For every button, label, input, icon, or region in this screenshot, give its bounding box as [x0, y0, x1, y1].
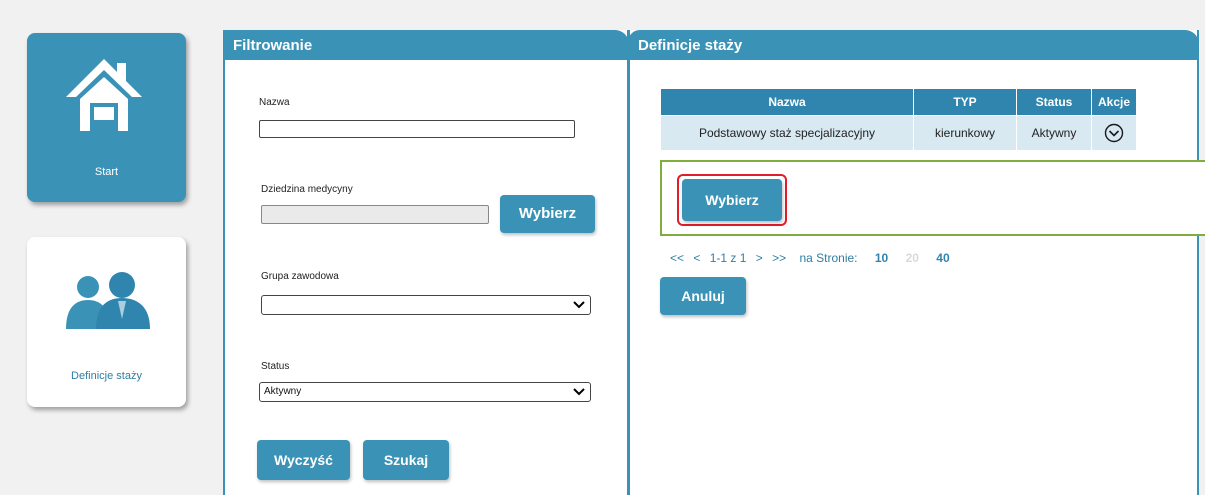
page-size-20[interactable]: 20 [906, 251, 919, 265]
pager-last[interactable]: >> [772, 251, 786, 265]
pager-prev[interactable]: < [693, 251, 700, 265]
cell-type: kierunkowy [913, 115, 1017, 151]
row-actions-panel: Wybierz [660, 160, 1205, 236]
pager-next[interactable]: > [756, 251, 763, 265]
select-definition-button[interactable]: Wybierz [682, 179, 782, 221]
pager-first[interactable]: << [670, 251, 684, 265]
pager-per-page-label: na Stronie: [799, 251, 858, 265]
filter-panel: Filtrowanie Nazwa Dziedzina medycyny Wyb… [223, 30, 629, 495]
column-header-actions: Akcje [1091, 89, 1137, 116]
clear-button[interactable]: Wyczyść [257, 440, 350, 480]
cell-name: Podstawowy staż specjalizacyjny [660, 115, 914, 151]
table-row[interactable]: Podstawowy staż specjalizacyjny kierunko… [660, 115, 1137, 151]
professional-group-label: Grupa zawodowa [261, 271, 339, 282]
chevron-down-icon [573, 388, 585, 396]
home-icon [66, 59, 142, 131]
cell-actions [1091, 115, 1137, 151]
professional-group-select[interactable] [261, 295, 591, 315]
definitions-table: Nazwa TYP Status Akcje Podstawowy staż s… [660, 89, 1137, 151]
table-header-row: Nazwa TYP Status Akcje [660, 89, 1137, 116]
chevron-down-icon [573, 301, 585, 309]
start-tile[interactable]: Start [27, 33, 186, 202]
status-label: Status [261, 361, 290, 372]
medical-field-input[interactable] [261, 205, 489, 224]
definitions-tile[interactable]: Definicje staży [27, 237, 186, 407]
name-label: Nazwa [259, 97, 290, 108]
users-icon [66, 272, 150, 329]
pager-range: 1-1 z 1 [709, 251, 747, 265]
search-button[interactable]: Szukaj [363, 440, 449, 480]
column-header-type[interactable]: TYP [913, 89, 1017, 116]
filter-panel-title: Filtrowanie [223, 30, 629, 60]
definitions-panel-title: Definicje staży [628, 30, 1199, 60]
name-input[interactable] [259, 120, 575, 138]
column-header-status[interactable]: Status [1016, 89, 1092, 116]
pagination: << < 1-1 z 1 > >> na Stronie: 10 20 40 [670, 251, 956, 265]
definitions-label: Definicje staży [71, 370, 142, 382]
page-size-40[interactable]: 40 [936, 251, 949, 265]
cancel-button[interactable]: Anuluj [660, 277, 746, 315]
medical-field-label: Dziedzina medycyny [261, 184, 353, 195]
medical-field-select-button[interactable]: Wybierz [500, 195, 595, 233]
chevron-circle-down-icon[interactable] [1104, 123, 1124, 143]
status-select[interactable]: Aktywny [259, 382, 591, 402]
status-value: Aktywny [264, 386, 302, 397]
column-header-name[interactable]: Nazwa [660, 89, 914, 116]
start-label: Start [94, 166, 119, 178]
definitions-panel: Definicje staży Nazwa TYP Status Akcje P… [628, 30, 1205, 495]
page-size-10[interactable]: 10 [875, 251, 888, 265]
cell-status: Aktywny [1016, 115, 1092, 151]
